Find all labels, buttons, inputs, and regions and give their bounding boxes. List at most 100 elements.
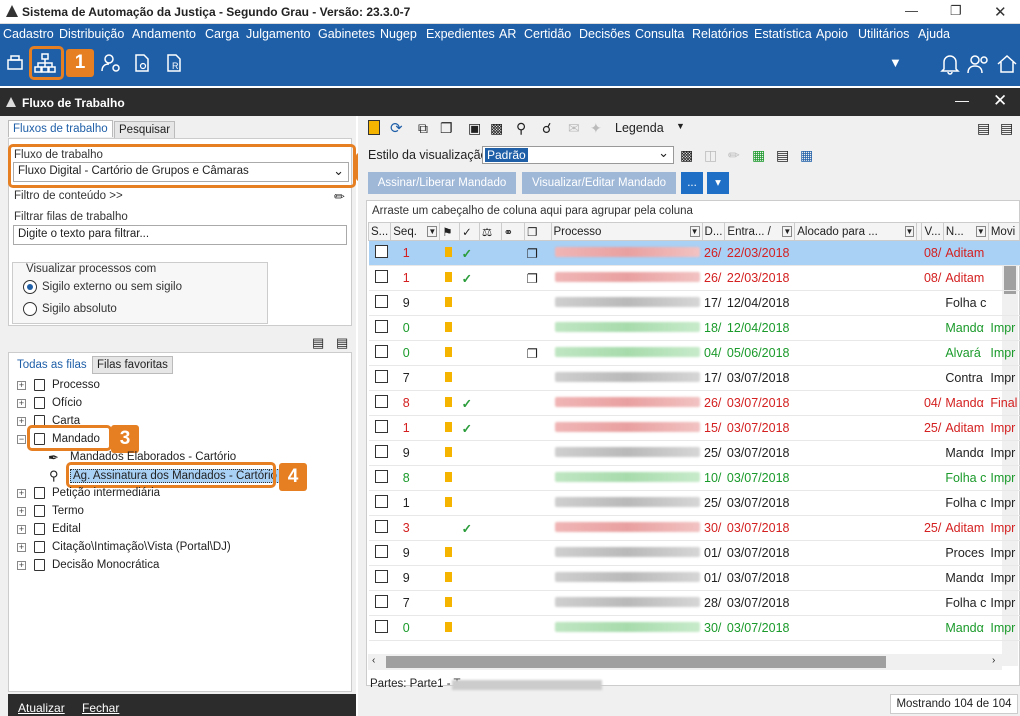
- user-settings-icon[interactable]: [101, 53, 121, 73]
- table-row[interactable]: 9 01/03/07/2018 Mandα Impr: [368, 565, 1020, 591]
- menu-julgamento[interactable]: Julgamento: [246, 27, 311, 41]
- menu-gabinetes[interactable]: Gabinetes: [318, 27, 375, 41]
- tree-peticao[interactable]: Petição intermediária: [52, 487, 160, 499]
- visualizar-editar-button[interactable]: Visualizar/Editar Mandado: [522, 172, 676, 194]
- col-copy[interactable]: ❐: [524, 222, 552, 241]
- table-row[interactable]: 0 30/03/07/2018 Mandα Impr: [368, 615, 1020, 641]
- content-filter-toggle[interactable]: Filtro de conteúdo >>: [14, 190, 123, 202]
- row-checkbox[interactable]: [368, 415, 391, 441]
- table-row[interactable]: 1 ✓ 15/03/07/2018 25/Aditam Impr: [368, 415, 1020, 441]
- table-row[interactable]: 9 25/03/07/2018 Mandα Impr: [368, 440, 1020, 466]
- col-workflow[interactable]: ⚖: [478, 222, 502, 241]
- table-row[interactable]: 3 ✓ 30/03/07/2018 25/Aditam Impr: [368, 515, 1020, 541]
- col-v[interactable]: V...: [921, 222, 944, 241]
- maximize-button[interactable]: ❐: [950, 3, 962, 19]
- edit-view-icon[interactable]: ✏: [728, 147, 740, 164]
- collapse-tree-icon[interactable]: ▤: [336, 335, 348, 351]
- table-row[interactable]: 0 ❐ 04/05/06/2018 Alvará Impr: [368, 340, 1020, 366]
- row-checkbox[interactable]: [368, 540, 391, 566]
- eraser-icon[interactable]: ✏: [334, 189, 345, 205]
- table-row[interactable]: 9 17/12/04/2018 Folha c: [368, 290, 1020, 316]
- assinar-liberar-button[interactable]: Assinar/Liberar Mandado: [368, 172, 516, 194]
- col-n[interactable]: N... ▼: [942, 222, 989, 241]
- tab-pesquisar[interactable]: Pesquisar: [114, 121, 176, 139]
- legend-dropdown-icon[interactable]: ▼: [676, 121, 685, 131]
- menu-andamento[interactable]: Andamento: [132, 27, 196, 41]
- menu-certidao[interactable]: Certidão: [524, 27, 571, 41]
- window-minimize-button[interactable]: —: [955, 92, 969, 108]
- comment-icon[interactable]: ✉: [568, 120, 580, 137]
- tree-citacao[interactable]: Citação\Intimação\Vista (Portal\DJ): [52, 541, 231, 553]
- table-row[interactable]: 1 ✓ ❐ 26/22/03/2018 08/Aditam: [368, 240, 1020, 266]
- row-checkbox[interactable]: [368, 240, 391, 266]
- menu-relatorios[interactable]: Relatórios: [692, 27, 748, 41]
- col-flag[interactable]: ⚑: [439, 222, 461, 241]
- collapse-mandado[interactable]: −: [17, 435, 26, 444]
- menu-carga[interactable]: Carga: [205, 27, 239, 41]
- menu-ar[interactable]: AR: [499, 27, 516, 41]
- expand-processo[interactable]: +: [17, 381, 26, 390]
- tree-termo[interactable]: Termo: [52, 505, 84, 517]
- notification-bell-icon[interactable]: [940, 53, 960, 75]
- filter-dropdown-button[interactable]: ▾: [707, 172, 729, 194]
- row-checkbox[interactable]: [368, 465, 391, 491]
- col-alocado[interactable]: Alocado para ... ▼: [794, 222, 918, 241]
- menu-consulta[interactable]: Consulta: [635, 27, 684, 41]
- row-checkbox[interactable]: [368, 390, 391, 416]
- col-movi[interactable]: Movi: [987, 222, 1020, 241]
- menu-nugep[interactable]: Nugep: [380, 27, 417, 41]
- table-row[interactable]: 7 17/03/07/2018 Contra Impr: [368, 365, 1020, 391]
- menu-estatistica[interactable]: Estatística: [754, 27, 812, 41]
- tree-edital[interactable]: Edital: [52, 523, 81, 535]
- table-row[interactable]: 1 25/03/07/2018 Folha c Impr: [368, 490, 1020, 516]
- tab-todas-filas[interactable]: Todas as filas: [12, 356, 92, 373]
- lock-icon[interactable]: ▣: [468, 120, 481, 137]
- save-view-icon[interactable]: ▩: [680, 147, 693, 164]
- document-r-icon[interactable]: R: [165, 53, 183, 73]
- collapse-all-icon[interactable]: ▤: [1000, 120, 1013, 137]
- layout-icon[interactable]: ▦: [800, 147, 813, 164]
- table-row[interactable]: 9 01/03/07/2018 Proces Impr: [368, 540, 1020, 566]
- document-search-icon[interactable]: [133, 53, 151, 73]
- table-row[interactable]: 1 ✓ ❐ 26/22/03/2018 08/Aditam: [368, 265, 1020, 291]
- home-icon[interactable]: [996, 53, 1018, 75]
- row-checkbox[interactable]: [368, 265, 391, 291]
- row-checkbox[interactable]: [368, 590, 391, 616]
- col-processo[interactable]: Processo ▼: [550, 222, 703, 241]
- tree-decisao[interactable]: Decisão Monocrática: [52, 559, 159, 571]
- row-checkbox[interactable]: [368, 565, 391, 591]
- col-check[interactable]: ✓: [459, 222, 480, 241]
- legend-button[interactable]: Legenda: [615, 121, 664, 135]
- row-checkbox[interactable]: [368, 365, 391, 391]
- menu-utilitarios[interactable]: Utilitários: [858, 27, 909, 41]
- expand-edital[interactable]: +: [17, 525, 26, 534]
- table-row[interactable]: 8 ✓ 26/03/07/2018 04/Mandα Final: [368, 390, 1020, 416]
- magnifier-icon[interactable]: ☌: [542, 120, 551, 137]
- expand-all-icon[interactable]: ▤: [977, 120, 990, 137]
- expand-tree-icon[interactable]: ▤: [312, 335, 324, 351]
- expand-oficio[interactable]: +: [17, 399, 26, 408]
- expand-carta[interactable]: +: [17, 417, 26, 426]
- pin-icon[interactable]: ✦: [590, 120, 602, 137]
- col-link[interactable]: ⚭: [500, 222, 526, 241]
- menu-cadastro[interactable]: Cadastro: [3, 27, 54, 41]
- close-button[interactable]: ✕: [994, 3, 1007, 21]
- col-entrada[interactable]: Entra... / ▼: [724, 222, 796, 241]
- col-d[interactable]: D...: [701, 222, 726, 241]
- col-s[interactable]: S...: [367, 222, 392, 241]
- tree-oficio[interactable]: Ofício: [52, 397, 82, 409]
- doc-search-icon[interactable]: ⚲: [516, 120, 526, 137]
- radio-sigilo-absoluto[interactable]: [23, 302, 37, 316]
- more-button[interactable]: ...: [681, 172, 703, 194]
- users-icon[interactable]: [967, 53, 991, 75]
- dropdown-arrow-icon[interactable]: ▼: [889, 55, 902, 70]
- atualizar-button[interactable]: Atualizar: [18, 701, 65, 715]
- refresh-icon[interactable]: ⟳: [390, 119, 403, 137]
- row-checkbox[interactable]: [368, 515, 391, 541]
- tab-fluxos[interactable]: Fluxos de trabalho: [8, 120, 113, 137]
- filter-queues-input[interactable]: Digite o texto para filtrar...: [13, 225, 347, 245]
- row-checkbox[interactable]: [368, 340, 391, 366]
- excel-icon[interactable]: ▦: [752, 147, 765, 164]
- expand-decisao[interactable]: +: [17, 561, 26, 570]
- row-checkbox[interactable]: [368, 490, 391, 516]
